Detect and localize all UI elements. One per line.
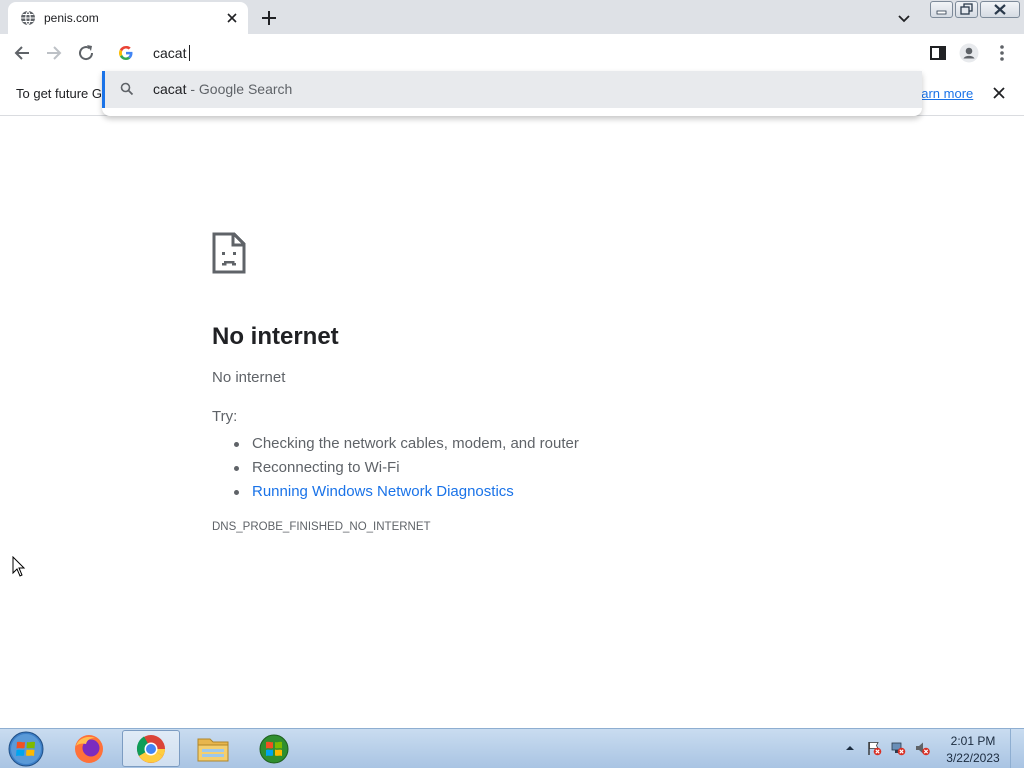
window-close-button[interactable] — [980, 1, 1020, 18]
suggestion-query: cacat — [153, 81, 187, 97]
taskbar-firefox[interactable] — [60, 730, 118, 767]
network-icon[interactable] — [890, 740, 906, 756]
network-diagnostics-link[interactable]: Running Windows Network Diagnostics — [212, 480, 579, 504]
try-label: Try: — [212, 408, 238, 425]
info-bar-message: To get future G — [16, 86, 102, 101]
profile-avatar-icon[interactable] — [959, 43, 979, 63]
error-title: No internet — [212, 323, 339, 350]
browser-tab[interactable]: penis.com — [8, 2, 248, 34]
close-icon[interactable] — [224, 10, 240, 26]
address-value: cacat — [153, 45, 187, 61]
learn-more-link[interactable]: earn more — [914, 86, 973, 102]
address-bar[interactable]: cacat — [102, 35, 922, 71]
file-explorer-icon — [197, 738, 229, 762]
address-input[interactable]: cacat — [153, 44, 191, 62]
new-tab-icon[interactable] — [260, 9, 278, 27]
tray-expand-arrow-icon[interactable] — [842, 740, 858, 756]
suggestion-source: Google Search — [198, 81, 293, 97]
suggestion-separator: - — [186, 81, 199, 97]
volume-muted-icon[interactable] — [914, 740, 930, 756]
error-subtitle: No internet — [212, 369, 286, 386]
mouse-pointer-icon — [12, 556, 26, 577]
clock-time[interactable]: 2:01 PM — [940, 734, 1006, 748]
globe-icon — [21, 10, 35, 26]
taskbar-windows-media[interactable] — [246, 730, 304, 767]
suggestion-item[interactable]: cacat - Google Search — [102, 71, 922, 108]
reload-icon[interactable] — [76, 43, 96, 63]
minimize-icon — [936, 10, 947, 15]
action-center-flag-icon[interactable] — [866, 740, 882, 756]
minimize-button[interactable] — [930, 1, 953, 18]
show-desktop-button[interactable] — [1010, 729, 1024, 768]
error-suggestions: Checking the network cables, modem, and … — [212, 432, 579, 504]
chrome-icon — [136, 735, 165, 763]
text-caret — [189, 45, 191, 61]
restore-icon — [960, 3, 973, 15]
chevron-down-icon[interactable] — [896, 10, 912, 26]
taskbar-chrome[interactable] — [122, 730, 180, 767]
start-button-icon[interactable] — [6, 731, 46, 767]
window-controls — [928, 1, 1020, 19]
sad-page-icon — [212, 232, 246, 274]
taskbar-file-explorer[interactable] — [184, 730, 242, 767]
clock-date[interactable]: 3/22/2023 — [940, 751, 1006, 765]
taskbar: 2:01 PM 3/22/2023 — [0, 728, 1024, 768]
error-code: DNS_PROBE_FINISHED_NO_INTERNET — [212, 521, 431, 533]
restore-button[interactable] — [955, 1, 978, 18]
omnibox-suggestions: cacat - Google Search — [102, 71, 922, 116]
suggestion-text: cacat - Google Search — [153, 81, 292, 98]
google-g-icon — [119, 46, 133, 60]
forward-arrow-icon[interactable] — [44, 43, 64, 63]
firefox-icon — [75, 735, 103, 763]
list-item: Reconnecting to Wi-Fi — [212, 456, 579, 480]
menu-dots-icon[interactable] — [992, 43, 1012, 63]
back-arrow-icon[interactable] — [12, 43, 32, 63]
screen: penis.com cacat To get future G earn mor… — [0, 0, 1024, 768]
tab-strip: penis.com — [0, 0, 1024, 34]
windows-media-icon — [259, 734, 289, 764]
close-icon[interactable] — [992, 86, 1006, 100]
tab-title: penis.com — [44, 11, 99, 25]
close-icon — [994, 4, 1006, 15]
search-icon — [120, 82, 134, 96]
list-item: Checking the network cables, modem, and … — [212, 432, 579, 456]
side-panel-icon[interactable] — [928, 43, 948, 63]
